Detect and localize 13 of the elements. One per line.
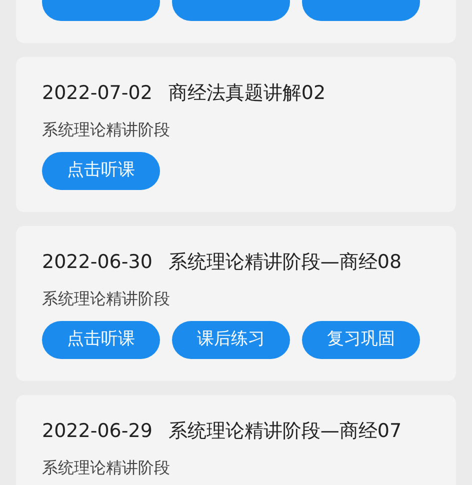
lesson-stage: 系统理论精讲阶段 [42,119,171,141]
lesson-button[interactable]: 点击听课 [42,152,160,190]
lesson-stage: 系统理论精讲阶段 [42,288,171,310]
lesson-button[interactable]: 课后练习 [172,321,290,359]
lesson-button[interactable]: 点击听课 [42,321,160,359]
lesson-title: 系统理论精讲阶段—商经08 [168,250,402,275]
lesson-date: 2022-07-02 [42,81,152,106]
lesson-title: 商经法真题讲解02 [168,81,326,106]
lesson-title: 系统理论精讲阶段—商经07 [168,419,402,444]
lesson-date: 2022-06-29 [42,419,152,444]
lesson-date: 2022-06-30 [42,250,152,275]
lesson-button[interactable]: 复习巩固 [302,321,420,359]
lesson-stage: 系统理论精讲阶段 [42,457,171,479]
